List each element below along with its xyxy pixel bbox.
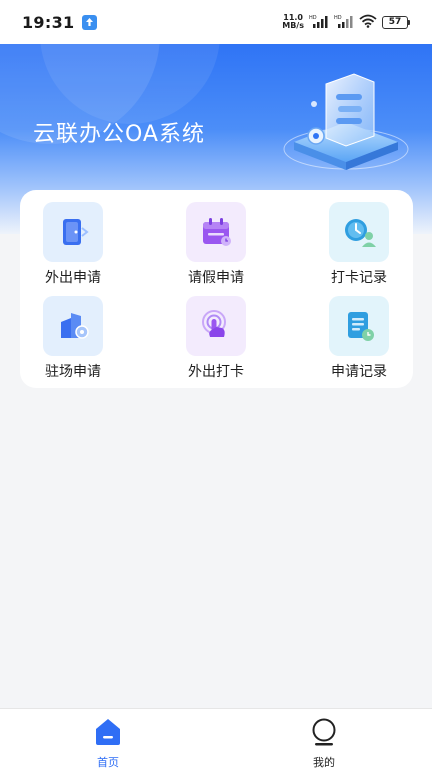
function-menu-card: 外出申请 请假申请 打卡记录 驻场申请 外出打卡 申请记录 (20, 190, 413, 388)
menu-item-outing-apply[interactable]: 外出申请 (23, 202, 123, 287)
bottom-navigation: 首页 我的 (0, 708, 432, 768)
svg-text:HD: HD (309, 15, 317, 21)
menu-item-clock-records[interactable]: 打卡记录 (309, 202, 409, 287)
finger-tap-icon (186, 296, 246, 356)
menu-label: 驻场申请 (45, 364, 101, 380)
menu-item-onsite-apply[interactable]: 驻场申请 (23, 296, 123, 381)
tab-home-label: 首页 (97, 756, 119, 768)
app-title: 云联办公OA系统 (33, 122, 205, 147)
wifi-icon (359, 13, 377, 32)
tab-mine-label: 我的 (313, 756, 335, 768)
menu-item-leave-apply[interactable]: 请假申请 (166, 202, 266, 287)
tab-home[interactable]: 首页 (0, 709, 216, 768)
tab-mine[interactable]: 我的 (216, 709, 432, 768)
user-icon (309, 717, 339, 751)
menu-label: 申请记录 (331, 364, 387, 380)
building-pin-icon (43, 296, 103, 356)
status-bar: 19:31 11.0 MB/s HD HD 57 (0, 0, 432, 44)
signal-icon: HD (309, 13, 329, 32)
status-right: 11.0 MB/s HD HD 57 (282, 13, 410, 32)
clock-user-icon (329, 202, 389, 262)
home-icon (93, 717, 123, 751)
battery-level: 57 (382, 15, 408, 29)
upload-notification-icon (82, 14, 98, 30)
menu-label: 请假申请 (188, 270, 244, 286)
signal-icon-2: HD (334, 13, 354, 32)
menu-label: 外出申请 (45, 270, 101, 286)
menu-item-outing-clockin[interactable]: 外出打卡 (166, 296, 266, 381)
network-speed-unit: MB/s (282, 21, 304, 30)
network-speed: 11.0 MB/s (282, 14, 304, 30)
door-exit-icon (43, 202, 103, 262)
status-left: 19:31 (22, 12, 98, 32)
menu-item-apply-records[interactable]: 申请记录 (309, 296, 409, 381)
office-illustration-icon (274, 64, 414, 188)
battery-icon: 57 (382, 15, 410, 29)
svg-text:HD: HD (334, 15, 342, 21)
menu-label: 打卡记录 (331, 270, 387, 286)
status-time: 19:31 (22, 12, 75, 32)
document-clock-icon (329, 296, 389, 356)
calendar-icon (186, 202, 246, 262)
menu-label: 外出打卡 (188, 364, 244, 380)
